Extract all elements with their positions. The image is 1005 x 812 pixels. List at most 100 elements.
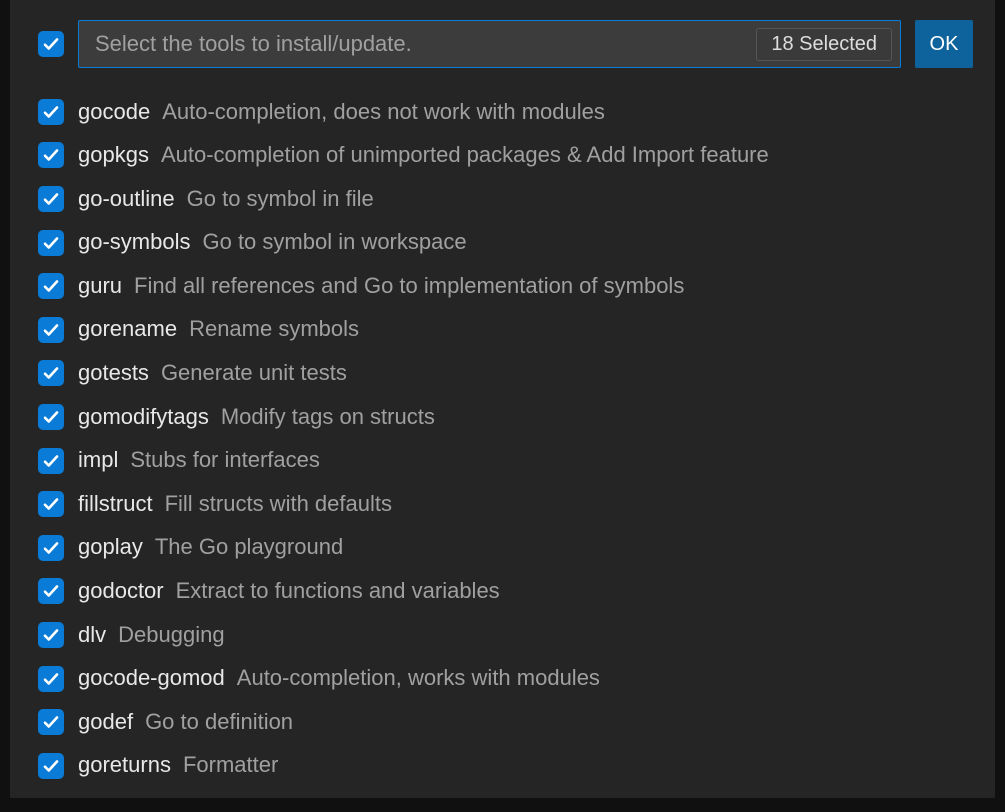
list-item[interactable]: fillstruct Fill structs with defaults	[38, 482, 973, 526]
item-description: Auto-completion, works with modules	[237, 664, 600, 693]
quickpick-panel: 18 Selected OK gocode Auto-completion, do…	[10, 0, 995, 798]
check-icon	[42, 539, 60, 557]
item-text: goreturns Formatter	[78, 751, 278, 780]
item-description: Debugging	[118, 621, 224, 650]
check-icon	[42, 452, 60, 470]
item-name: guru	[78, 272, 122, 301]
item-name: fillstruct	[78, 490, 153, 519]
item-description: Go to symbol in workspace	[202, 228, 466, 257]
item-checkbox[interactable]	[38, 99, 64, 125]
item-text: godef Go to definition	[78, 708, 293, 737]
item-name: impl	[78, 446, 118, 475]
item-text: guru Find all references and Go to implem…	[78, 272, 684, 301]
check-icon	[42, 495, 60, 513]
check-icon	[42, 582, 60, 600]
list-item[interactable]: gomodifytags Modify tags on structs	[38, 395, 973, 439]
check-icon	[42, 408, 60, 426]
item-name: go-symbols	[78, 228, 190, 257]
item-description: Generate unit tests	[161, 359, 347, 388]
check-icon	[42, 670, 60, 688]
item-checkbox[interactable]	[38, 186, 64, 212]
item-name: goplay	[78, 533, 143, 562]
item-checkbox[interactable]	[38, 360, 64, 386]
item-checkbox[interactable]	[38, 142, 64, 168]
filter-input[interactable]	[93, 21, 756, 67]
item-text: gopkgs Auto-completion of unimported pack…	[78, 141, 769, 170]
list-item[interactable]: godoctorExtract to functions and variabl…	[38, 570, 973, 614]
check-icon	[42, 364, 60, 382]
item-checkbox[interactable]	[38, 273, 64, 299]
item-name: godef	[78, 708, 133, 737]
item-name: gocode-gomod	[78, 664, 225, 693]
item-description: Rename symbols	[189, 315, 359, 344]
item-name: goreturns	[78, 751, 171, 780]
item-checkbox[interactable]	[38, 578, 64, 604]
list-item[interactable]: godef Go to definition	[38, 700, 973, 744]
item-description: Formatter	[183, 751, 278, 780]
list-item[interactable]: goplay The Go playground	[38, 526, 973, 570]
item-checkbox[interactable]	[38, 709, 64, 735]
item-checkbox[interactable]	[38, 666, 64, 692]
item-name: gomodifytags	[78, 403, 209, 432]
item-text: godoctorExtract to functions and variabl…	[78, 577, 500, 606]
check-icon	[42, 713, 60, 731]
item-checkbox[interactable]	[38, 317, 64, 343]
item-checkbox[interactable]	[38, 535, 64, 561]
list-item[interactable]: dlv Debugging	[38, 613, 973, 657]
item-description: The Go playground	[155, 533, 343, 562]
item-name: dlv	[78, 621, 106, 650]
item-text: go-symbols Go to symbol in workspace	[78, 228, 467, 257]
list-item[interactable]: impl Stubs for interfaces	[38, 439, 973, 483]
list-item[interactable]: gocode Auto-completion, does not work wit…	[38, 90, 973, 134]
item-name: gopkgs	[78, 141, 149, 170]
list-item[interactable]: go-outline Go to symbol in file	[38, 177, 973, 221]
item-text: gocode Auto-completion, does not work wit…	[78, 98, 605, 127]
check-icon	[42, 277, 60, 295]
item-checkbox[interactable]	[38, 404, 64, 430]
item-name: godoctor	[78, 577, 164, 606]
list-item[interactable]: guru Find all references and Go to implem…	[38, 264, 973, 308]
list-item[interactable]: go-symbols Go to symbol in workspace	[38, 221, 973, 265]
item-description: Find all references and Go to implementa…	[134, 272, 684, 301]
item-description: Auto-completion, does not work with modu…	[162, 98, 605, 127]
item-checkbox[interactable]	[38, 448, 64, 474]
item-checkbox[interactable]	[38, 753, 64, 779]
ok-button[interactable]: OK	[915, 20, 973, 68]
item-description: Stubs for interfaces	[130, 446, 320, 475]
check-icon	[42, 321, 60, 339]
list-item[interactable]: goreturns Formatter	[38, 744, 973, 788]
check-icon	[42, 757, 60, 775]
list-item[interactable]: gorename Rename symbols	[38, 308, 973, 352]
item-name: gorename	[78, 315, 177, 344]
item-name: go-outline	[78, 185, 175, 214]
item-text: gotests Generate unit tests	[78, 359, 347, 388]
item-checkbox[interactable]	[38, 491, 64, 517]
item-text: goplay The Go playground	[78, 533, 343, 562]
selection-count-badge: 18 Selected	[756, 28, 892, 61]
filter-input-container: 18 Selected	[78, 20, 901, 68]
list-item[interactable]: gopkgs Auto-completion of unimported pack…	[38, 134, 973, 178]
check-icon	[42, 190, 60, 208]
list-item[interactable]: gotests Generate unit tests	[38, 352, 973, 396]
item-description: Go to symbol in file	[187, 185, 374, 214]
item-description: Modify tags on structs	[221, 403, 435, 432]
header-row: 18 Selected OK	[38, 20, 973, 68]
select-all-checkbox[interactable]	[38, 31, 64, 57]
item-description: Go to definition	[145, 708, 293, 737]
tool-list: gocode Auto-completion, does not work wit…	[38, 90, 973, 788]
check-icon	[42, 146, 60, 164]
check-icon	[42, 626, 60, 644]
item-description: Auto-completion of unimported packages &…	[161, 141, 769, 170]
item-text: dlv Debugging	[78, 621, 225, 650]
list-item[interactable]: gocode-gomod Auto-completion, works with …	[38, 657, 973, 701]
item-text: impl Stubs for interfaces	[78, 446, 320, 475]
item-text: gorename Rename symbols	[78, 315, 359, 344]
item-name: gotests	[78, 359, 149, 388]
item-description: Fill structs with defaults	[165, 490, 392, 519]
check-icon	[42, 35, 60, 53]
item-checkbox[interactable]	[38, 230, 64, 256]
item-text: fillstruct Fill structs with defaults	[78, 490, 392, 519]
item-name: gocode	[78, 98, 150, 127]
item-text: go-outline Go to symbol in file	[78, 185, 374, 214]
item-checkbox[interactable]	[38, 622, 64, 648]
